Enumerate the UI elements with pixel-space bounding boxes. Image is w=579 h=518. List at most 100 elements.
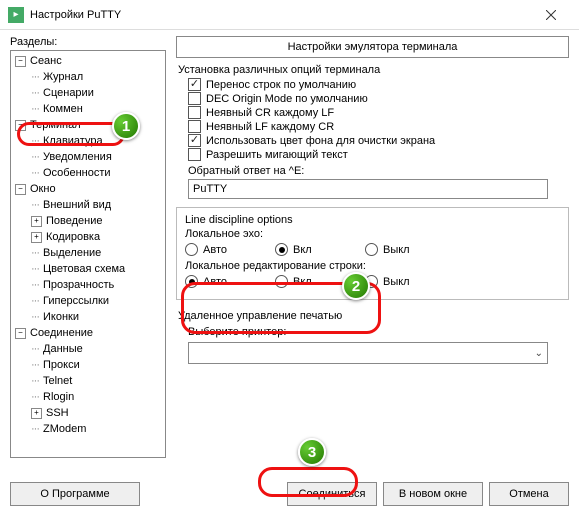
- close-button[interactable]: [531, 1, 571, 29]
- tree-item[interactable]: ···Гиперссылки: [11, 293, 165, 309]
- tree-item[interactable]: ···ZModem: [11, 421, 165, 437]
- about-button[interactable]: О Программе: [10, 482, 140, 506]
- tree-item[interactable]: ···Иконки: [11, 309, 165, 325]
- tree-item-label: Уведомления: [41, 151, 114, 163]
- checkbox-row[interactable]: Неявный CR каждому LF: [188, 106, 569, 119]
- tree-item-label: Клавиатура: [41, 135, 105, 147]
- tree-item-label: Данные: [41, 343, 85, 355]
- tree-item-label: Поведение: [44, 215, 105, 227]
- tree-item[interactable]: −Терминал: [11, 117, 165, 133]
- checkbox-row[interactable]: Перенос строк по умолчанию: [188, 78, 569, 91]
- chevron-down-icon: ⌄: [535, 348, 543, 359]
- answerback-input[interactable]: [188, 179, 548, 199]
- tree-item-label: Цветовая схема: [41, 263, 127, 275]
- tree-item-label: Прокси: [41, 359, 82, 371]
- checkbox-label: Неявный LF каждому CR: [206, 121, 334, 133]
- checkbox-row[interactable]: Использовать цвет фона для очистки экран…: [188, 134, 569, 147]
- tree-item-label: Терминал: [28, 119, 83, 131]
- echo-auto-radio[interactable]: [185, 243, 198, 256]
- tree-item[interactable]: −Окно: [11, 181, 165, 197]
- tree-item[interactable]: ···Внешний вид: [11, 197, 165, 213]
- tree-toggle-icon[interactable]: −: [15, 120, 26, 131]
- tree-item-label: Rlogin: [41, 391, 76, 403]
- checkbox-label: DEC Origin Mode по умолчанию: [206, 93, 368, 105]
- checkbox-row[interactable]: Разрешить мигающий текст: [188, 148, 569, 161]
- close-icon: [546, 10, 556, 20]
- tree-toggle-icon[interactable]: +: [31, 232, 42, 243]
- line-discipline-title: Line discipline options: [185, 214, 560, 226]
- tree-toggle-icon[interactable]: +: [31, 216, 42, 227]
- checkbox[interactable]: [188, 134, 201, 147]
- tree-item-label: Гиперссылки: [41, 295, 111, 307]
- checkbox-label: Неявный CR каждому LF: [206, 107, 334, 119]
- tree-item-label: SSH: [44, 407, 71, 419]
- tree-toggle-icon[interactable]: −: [15, 328, 26, 339]
- tree-item[interactable]: +SSH: [11, 405, 165, 421]
- checkbox[interactable]: [188, 78, 201, 91]
- tree-item[interactable]: ···Клавиатура: [11, 133, 165, 149]
- tree-toggle-icon[interactable]: −: [15, 56, 26, 67]
- printer-label: Выберите принтер:: [188, 326, 569, 338]
- section-title: Установка различных опций терминала: [178, 64, 569, 76]
- tree-item-label: Внешний вид: [41, 199, 113, 211]
- edit-label: Локальное редактирование строки:: [185, 260, 560, 272]
- tree-item[interactable]: ···Данные: [11, 341, 165, 357]
- tree-item[interactable]: ···Telnet: [11, 373, 165, 389]
- tree-item-label: Журнал: [41, 71, 85, 83]
- checkbox-row[interactable]: DEC Origin Mode по умолчанию: [188, 92, 569, 105]
- tree-item-label: Прозрачность: [41, 279, 116, 291]
- printer-combo[interactable]: ⌄: [188, 342, 548, 364]
- tree-item-label: Окно: [28, 183, 58, 195]
- printer-section-title: Удаленное управление печатью: [178, 310, 569, 322]
- echo-off-radio[interactable]: [365, 243, 378, 256]
- tree-item[interactable]: ···Прозрачность: [11, 277, 165, 293]
- edit-auto-radio[interactable]: [185, 275, 198, 288]
- category-tree[interactable]: −Сеанс···Журнал···Сценарии···Коммен−Терм…: [10, 50, 166, 458]
- tree-item[interactable]: +Поведение: [11, 213, 165, 229]
- checkbox[interactable]: [188, 92, 201, 105]
- tree-item-label: Выделение: [41, 247, 103, 259]
- tree-item[interactable]: ···Цветовая схема: [11, 261, 165, 277]
- categories-label: Разделы:: [10, 36, 166, 48]
- edit-off-radio[interactable]: [365, 275, 378, 288]
- settings-panel: Настройки эмулятора терминала Установка …: [166, 36, 569, 468]
- checkbox-row[interactable]: Неявный LF каждому CR: [188, 120, 569, 133]
- tree-item-label: Кодировка: [44, 231, 102, 243]
- echo-on-radio[interactable]: [275, 243, 288, 256]
- tree-toggle-icon[interactable]: −: [15, 184, 26, 195]
- app-icon: ▸: [8, 7, 24, 23]
- checkbox-label: Использовать цвет фона для очистки экран…: [206, 135, 435, 147]
- tree-item[interactable]: ···Журнал: [11, 69, 165, 85]
- checkbox-label: Перенос строк по умолчанию: [206, 79, 356, 91]
- tree-item[interactable]: ···Выделение: [11, 245, 165, 261]
- checkbox[interactable]: [188, 106, 201, 119]
- tree-item[interactable]: ···Особенности: [11, 165, 165, 181]
- tree-item-label: Иконки: [41, 311, 81, 323]
- tree-item[interactable]: ···Прокси: [11, 357, 165, 373]
- checkbox[interactable]: [188, 120, 201, 133]
- tree-item-label: Особенности: [41, 167, 113, 179]
- tree-toggle-icon[interactable]: +: [31, 408, 42, 419]
- cancel-button[interactable]: Отмена: [489, 482, 569, 506]
- tree-item[interactable]: ···Rlogin: [11, 389, 165, 405]
- tree-item[interactable]: ···Сценарии: [11, 85, 165, 101]
- new-window-button[interactable]: В новом окне: [383, 482, 483, 506]
- edit-on-radio[interactable]: [275, 275, 288, 288]
- tree-item[interactable]: ···Уведомления: [11, 149, 165, 165]
- tree-item[interactable]: ···Коммен: [11, 101, 165, 117]
- tree-item-label: Telnet: [41, 375, 74, 387]
- connect-button[interactable]: Соединиться: [287, 482, 377, 506]
- checkbox-label: Разрешить мигающий текст: [206, 149, 348, 161]
- tree-item-label: Коммен: [41, 103, 85, 115]
- checkbox[interactable]: [188, 148, 201, 161]
- panel-header: Настройки эмулятора терминала: [176, 36, 569, 58]
- tree-item[interactable]: −Сеанс: [11, 53, 165, 69]
- tree-item-label: ZModem: [41, 423, 88, 435]
- tree-item-label: Сценарии: [41, 87, 96, 99]
- window-title: Настройки PuTTY: [30, 9, 531, 21]
- titlebar: ▸ Настройки PuTTY: [0, 0, 579, 30]
- tree-item[interactable]: −Соединение: [11, 325, 165, 341]
- answerback-label: Обратный ответ на ^E:: [188, 165, 569, 177]
- tree-item[interactable]: +Кодировка: [11, 229, 165, 245]
- tree-item-label: Сеанс: [28, 55, 64, 67]
